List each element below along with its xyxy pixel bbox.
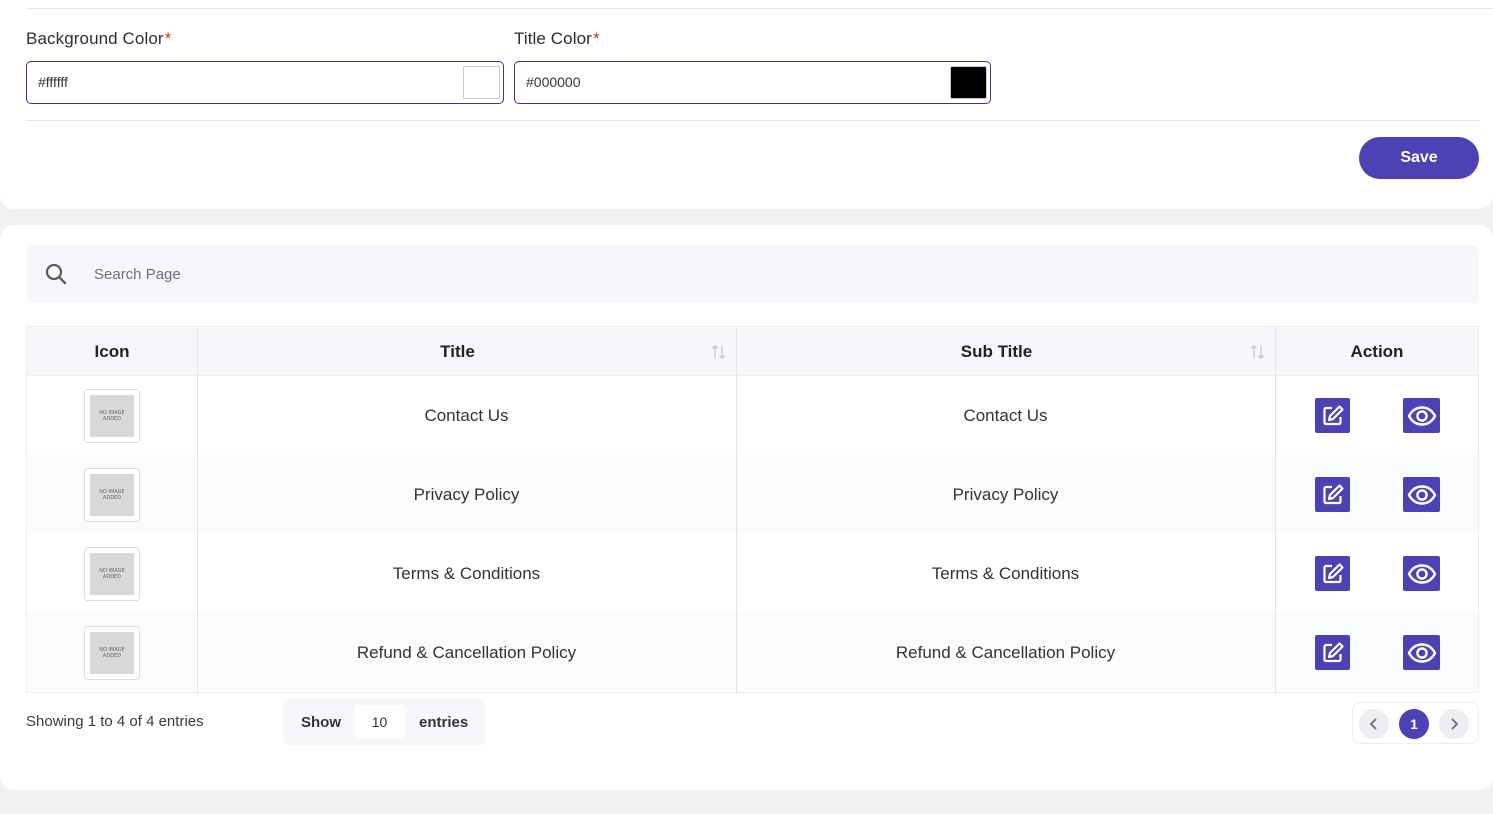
entries-label: entries	[419, 714, 469, 731]
color-settings-card: Background Color* #ffffff Title Color* #…	[0, 0, 1493, 209]
page-length-control: Show 10 entries	[283, 699, 486, 745]
table-row: NO IMAGE ADDED Contact Us Contact Us	[27, 376, 1478, 455]
background-color-value: #ffffff	[38, 74, 68, 90]
page-icon-thumbnail: NO IMAGE ADDED	[84, 626, 140, 680]
pagination: 1	[1352, 702, 1479, 744]
divider	[26, 8, 1493, 9]
next-page-button[interactable]	[1439, 709, 1469, 739]
column-divider	[736, 327, 737, 694]
required-mark: *	[592, 29, 600, 48]
edit-icon	[1322, 404, 1344, 425]
show-label: Show	[301, 714, 341, 731]
row-title: Privacy Policy	[413, 484, 520, 504]
no-image-placeholder: NO IMAGE ADDED	[90, 474, 134, 516]
column-divider	[197, 327, 198, 694]
page-button-current[interactable]: 1	[1399, 709, 1429, 739]
chevron-right-icon	[1451, 718, 1459, 730]
column-header-title[interactable]: Title	[197, 327, 718, 376]
eye-icon	[1407, 563, 1436, 584]
table-row: NO IMAGE ADDED Privacy Policy Privacy Po…	[27, 455, 1478, 534]
column-header-icon: Icon	[94, 341, 130, 361]
sort-icon[interactable]	[1250, 343, 1266, 361]
no-image-placeholder: NO IMAGE ADDED	[90, 632, 134, 674]
page-icon-thumbnail: NO IMAGE ADDED	[84, 468, 140, 522]
search-bar	[26, 245, 1479, 303]
save-button[interactable]: Save	[1359, 137, 1479, 179]
pages-table: Icon Title Sub Title Action NO IMAGE ADD…	[26, 326, 1479, 694]
edit-button[interactable]	[1315, 477, 1350, 512]
page-icon-thumbnail: NO IMAGE ADDED	[84, 389, 140, 443]
row-sub-title: Contact Us	[963, 405, 1048, 425]
edit-icon	[1322, 483, 1344, 504]
background-color-label: Background Color*	[26, 29, 172, 48]
table-header: Icon Title Sub Title Action	[27, 327, 1478, 376]
row-sub-title: Terms & Conditions	[931, 563, 1080, 583]
column-header-sub-title[interactable]: Sub Title	[736, 327, 1257, 376]
edit-button[interactable]	[1315, 398, 1350, 433]
row-title: Terms & Conditions	[392, 563, 541, 583]
sort-icon[interactable]	[711, 343, 727, 361]
required-mark: *	[164, 29, 172, 48]
column-header-action: Action	[1350, 341, 1404, 361]
table-row: NO IMAGE ADDED Refund & Cancellation Pol…	[27, 613, 1478, 692]
background-color-swatch[interactable]	[463, 66, 500, 99]
title-color-value: #000000	[526, 74, 581, 90]
eye-icon	[1407, 484, 1436, 505]
view-button[interactable]	[1403, 398, 1440, 433]
divider	[26, 120, 1479, 121]
view-button[interactable]	[1403, 477, 1440, 512]
row-sub-title: Refund & Cancellation Policy	[895, 642, 1116, 662]
edit-button[interactable]	[1315, 556, 1350, 591]
row-title: Contact Us	[424, 405, 509, 425]
pages-list-card: Icon Title Sub Title Action NO IMAGE ADD…	[0, 225, 1493, 790]
no-image-placeholder: NO IMAGE ADDED	[90, 395, 134, 437]
no-image-placeholder: NO IMAGE ADDED	[90, 553, 134, 595]
view-button[interactable]	[1403, 556, 1440, 591]
page-length-select[interactable]: 10	[354, 705, 405, 739]
search-input[interactable]	[94, 264, 594, 284]
background-color-field[interactable]: #ffffff	[26, 61, 504, 104]
table-row: NO IMAGE ADDED Terms & Conditions Terms …	[27, 534, 1478, 613]
edit-icon	[1322, 562, 1344, 583]
title-color-swatch[interactable]	[950, 66, 987, 99]
page-icon-thumbnail: NO IMAGE ADDED	[84, 547, 140, 601]
eye-icon	[1407, 642, 1436, 663]
row-title: Refund & Cancellation Policy	[356, 642, 577, 662]
edit-button[interactable]	[1315, 635, 1350, 670]
previous-page-button[interactable]	[1359, 709, 1389, 739]
view-button[interactable]	[1403, 635, 1440, 670]
edit-icon	[1322, 641, 1344, 662]
chevron-left-icon	[1369, 718, 1377, 730]
entries-summary: Showing 1 to 4 of 4 entries	[26, 713, 204, 730]
title-color-label: Title Color*	[514, 29, 600, 48]
column-divider	[1275, 327, 1276, 694]
eye-icon	[1407, 405, 1436, 426]
row-sub-title: Privacy Policy	[952, 484, 1059, 504]
title-color-field[interactable]: #000000	[514, 61, 991, 104]
search-icon[interactable]	[44, 262, 68, 286]
